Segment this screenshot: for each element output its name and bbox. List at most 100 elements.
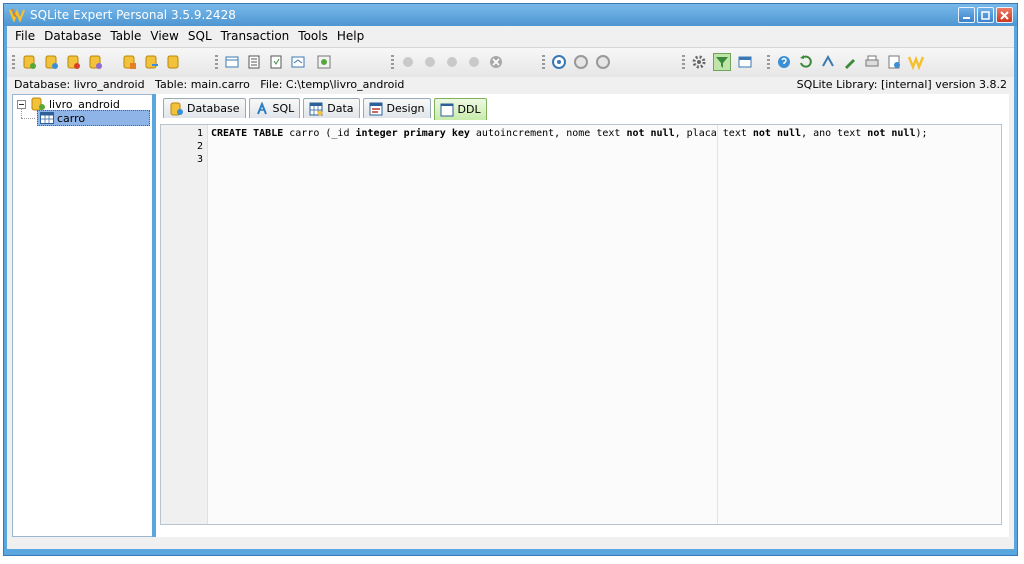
tab-ddl[interactable]: DDL xyxy=(433,98,487,120)
db-settings-icon xyxy=(123,55,136,69)
app-window: SQLite Expert Personal 3.5.9.2428 File D… xyxy=(3,3,1018,556)
tab-design[interactable]: Design xyxy=(362,98,431,118)
filter-button[interactable] xyxy=(713,53,731,71)
pencil-icon xyxy=(845,59,855,69)
tab-sql-label: SQL xyxy=(272,102,295,115)
sql-keyword: not null xyxy=(867,128,916,139)
sql-keyword: CREATE TABLE xyxy=(211,128,284,139)
new-database-button[interactable] xyxy=(21,54,37,70)
new-table-button[interactable] xyxy=(224,54,240,70)
toolbar-grip[interactable] xyxy=(12,55,15,69)
tree-connector xyxy=(21,118,35,120)
begin-transaction-button[interactable] xyxy=(551,54,567,70)
tab-sql[interactable]: SQL xyxy=(248,98,301,118)
menu-file[interactable]: File xyxy=(15,29,35,43)
close-button[interactable] xyxy=(996,7,1013,23)
tab-data-label: Data xyxy=(327,102,354,115)
help-button[interactable] xyxy=(776,54,792,70)
menu-view[interactable]: View xyxy=(150,29,178,43)
ddl-editor[interactable]: 1 2 3 CREATE TABLE carro (_id integer pr… xyxy=(160,124,1002,525)
app-logo-icon xyxy=(9,8,25,22)
report-button[interactable] xyxy=(886,54,902,70)
refresh-icon xyxy=(800,55,812,68)
print-button[interactable] xyxy=(864,54,880,70)
db-settings-button[interactable] xyxy=(121,54,137,70)
record-edit-icon xyxy=(425,57,435,67)
db-export-icon xyxy=(145,55,158,69)
minimize-button[interactable] xyxy=(958,7,975,23)
attach-database-button[interactable] xyxy=(87,54,103,70)
edit-button[interactable] xyxy=(842,54,858,70)
attach-database-icon xyxy=(89,55,102,69)
close-icon xyxy=(1000,10,1009,20)
table-rename-button[interactable] xyxy=(290,54,306,70)
toolbar-grip[interactable] xyxy=(682,55,685,69)
sql-text: ); xyxy=(915,128,928,139)
sql-text: , ano text xyxy=(801,128,868,139)
sqlite-logo-icon xyxy=(908,55,924,70)
content-panel: Database SQL Data Design DDL 1 2 3 CREAT… xyxy=(156,94,1009,537)
window-button[interactable] xyxy=(737,54,753,70)
toolbar-group-transaction xyxy=(542,51,617,73)
table-import-button[interactable] xyxy=(316,54,332,70)
options-button[interactable] xyxy=(691,54,707,70)
window-title: SQLite Expert Personal 3.5.9.2428 xyxy=(30,8,236,22)
title-bar[interactable]: SQLite Expert Personal 3.5.9.2428 xyxy=(4,4,1017,26)
record-move-button[interactable] xyxy=(466,54,482,70)
report-icon xyxy=(888,55,900,69)
database-info-label: Database: livro_android Table: main.carr… xyxy=(14,78,405,91)
tree-node-table[interactable]: carro xyxy=(37,110,150,126)
tab-database[interactable]: Database xyxy=(163,98,246,118)
tree-node-database[interactable]: livro_android xyxy=(17,97,120,111)
toolbar-grip[interactable] xyxy=(215,55,218,69)
close-database-icon xyxy=(67,55,80,69)
tab-strip: Database SQL Data Design DDL xyxy=(163,98,490,120)
table-copy-button[interactable] xyxy=(268,54,284,70)
minimize-icon xyxy=(963,16,970,19)
menu-transaction[interactable]: Transaction xyxy=(221,29,290,43)
ddl-code-line[interactable]: CREATE TABLE carro (_id integer primary … xyxy=(211,128,928,139)
sqlite-library-label: SQLite Library: [internal] version 3.8.2 xyxy=(796,78,1007,91)
record-copy-icon xyxy=(447,57,457,67)
table-design-button[interactable] xyxy=(246,54,262,70)
record-move-icon xyxy=(469,57,479,67)
begin-transaction-icon xyxy=(552,55,566,69)
data-grid-icon xyxy=(309,102,323,115)
toolbar-grip[interactable] xyxy=(767,55,770,69)
table-design-icon xyxy=(248,55,260,69)
tree-connector xyxy=(21,108,23,118)
toolbar-grip[interactable] xyxy=(391,55,394,69)
sync-button[interactable] xyxy=(820,54,836,70)
record-copy-button[interactable] xyxy=(444,54,460,70)
record-delete-icon xyxy=(490,56,502,68)
database-tree[interactable]: livro_android carro xyxy=(12,94,153,537)
menu-table[interactable]: Table xyxy=(110,29,141,43)
menu-help[interactable]: Help xyxy=(337,29,364,43)
menu-database[interactable]: Database xyxy=(44,29,101,43)
open-database-button[interactable] xyxy=(43,54,59,70)
close-database-button[interactable] xyxy=(65,54,81,70)
menu-bar: File Database Table View SQL Transaction… xyxy=(7,26,1014,46)
db-import-button[interactable] xyxy=(165,54,181,70)
refresh-button[interactable] xyxy=(798,54,814,70)
record-delete-button[interactable] xyxy=(488,54,504,70)
sql-text: autoincrement, nome text xyxy=(469,128,627,139)
menu-tools[interactable]: Tools xyxy=(298,29,328,43)
line-number-gutter: 1 2 3 xyxy=(161,125,208,524)
tab-data[interactable]: Data xyxy=(303,98,360,118)
sql-keyword: not null xyxy=(752,128,802,139)
maximize-button[interactable] xyxy=(977,7,994,23)
record-edit-button[interactable] xyxy=(422,54,438,70)
toolbar-group-misc xyxy=(767,51,930,73)
db-export-button[interactable] xyxy=(143,54,159,70)
db-import-icon xyxy=(167,55,179,69)
rollback-icon xyxy=(596,55,610,69)
commit-button[interactable] xyxy=(573,54,589,70)
menu-sql[interactable]: SQL xyxy=(188,29,212,43)
about-button[interactable] xyxy=(908,54,924,70)
rollback-button[interactable] xyxy=(595,54,611,70)
record-add-button[interactable] xyxy=(400,54,416,70)
tab-ddl-label: DDL xyxy=(457,103,481,116)
toolbar-grip[interactable] xyxy=(542,55,545,69)
tree-database-label: livro_android xyxy=(49,97,120,111)
